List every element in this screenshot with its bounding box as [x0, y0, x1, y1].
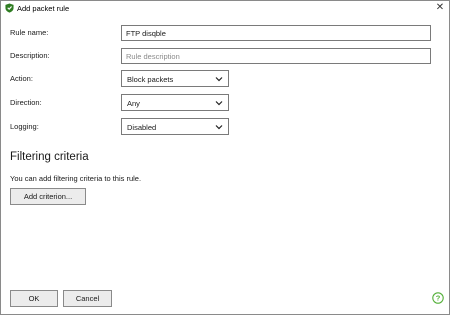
chevron-down-icon	[215, 101, 223, 106]
action-label: Action:	[10, 74, 33, 83]
svg-text:?: ?	[436, 294, 441, 303]
title-bar: Add packet rule ✕	[1, 1, 449, 16]
logging-label: Logging:	[10, 122, 39, 131]
add-packet-rule-dialog: Add packet rule ✕ Rule name: Description…	[0, 0, 450, 315]
direction-label: Direction:	[10, 98, 42, 107]
close-button[interactable]: ✕	[434, 2, 446, 14]
description-label: Description:	[10, 51, 50, 60]
description-input[interactable]	[121, 48, 431, 64]
window-title: Add packet rule	[17, 4, 70, 13]
add-criterion-button[interactable]: Add criterion...	[10, 188, 86, 205]
close-icon: ✕	[435, 2, 445, 13]
cancel-button[interactable]: Cancel	[63, 290, 112, 307]
action-select-value: Block packets	[127, 75, 174, 84]
filtering-criteria-description: You can add filtering criteria to this r…	[10, 174, 142, 183]
rule-name-input[interactable]	[121, 25, 431, 41]
chevron-down-icon	[215, 125, 223, 130]
direction-select-value: Any	[127, 99, 140, 108]
chevron-down-icon	[215, 77, 223, 82]
logging-select-value: Disabled	[127, 123, 157, 132]
shield-icon	[5, 3, 14, 13]
rule-name-label: Rule name:	[10, 28, 49, 37]
direction-select[interactable]: Any	[121, 94, 229, 111]
filtering-criteria-heading: Filtering criteria	[10, 151, 89, 163]
action-select[interactable]: Block packets	[121, 70, 229, 87]
help-icon[interactable]: ?	[432, 292, 444, 304]
logging-select[interactable]: Disabled	[121, 118, 229, 135]
ok-button[interactable]: OK	[10, 290, 58, 307]
